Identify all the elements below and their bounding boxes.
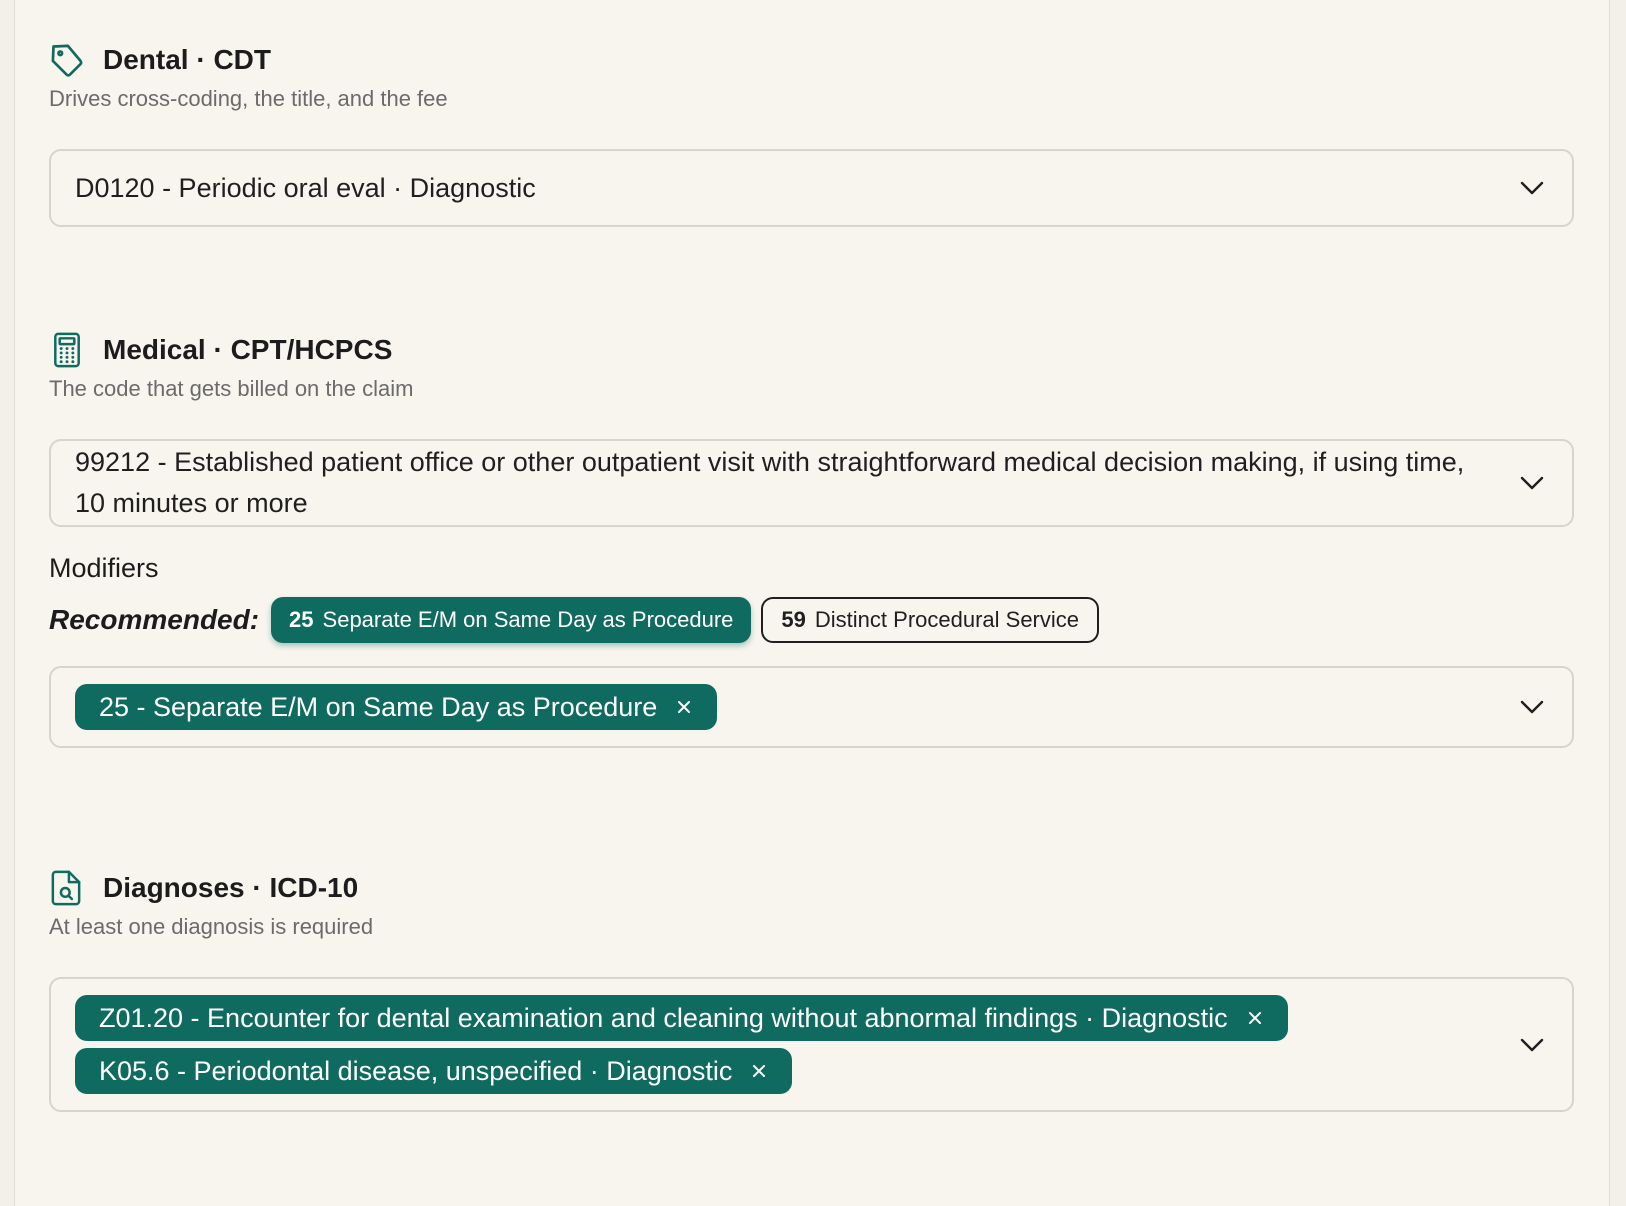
- recommended-modifier-59[interactable]: 59 Distinct Procedural Service: [761, 597, 1100, 643]
- diagnoses-section: Diagnoses · ICD-10 At least one diagnosi…: [49, 868, 1574, 1112]
- chevron-down-icon[interactable]: [1518, 178, 1546, 198]
- medical-code-value: 99212 - Established patient office or ot…: [75, 447, 1465, 518]
- modifiers-label: Modifiers: [49, 553, 159, 583]
- diagnoses-select[interactable]: Z01.20 - Encounter for dental examinatio…: [49, 977, 1574, 1112]
- medical-section: Medical · CPT/HCPCS The code that gets b…: [49, 330, 1574, 748]
- dental-subtitle: Drives cross-coding, the title, and the …: [49, 86, 448, 111]
- modifier-code: 25: [289, 607, 314, 632]
- coding-panel: Dental · CDT Drives cross-coding, the ti…: [14, 0, 1610, 1206]
- chevron-down-icon[interactable]: [1518, 473, 1546, 493]
- modifier-label: Separate E/M on Same Day as Procedure: [322, 607, 734, 632]
- medical-title: Medical · CPT/HCPCS: [103, 334, 393, 365]
- modifiers-select[interactable]: 25 - Separate E/M on Same Day as Procedu…: [49, 666, 1574, 748]
- close-icon[interactable]: [1246, 1009, 1264, 1027]
- dental-section: Dental · CDT Drives cross-coding, the ti…: [49, 40, 1574, 227]
- dental-code-select[interactable]: D0120 - Periodic oral eval · Diagnostic: [49, 149, 1574, 227]
- diagnosis-chip: K05.6 - Periodontal disease, unspecified…: [75, 1048, 793, 1094]
- modifier-label: Distinct Procedural Service: [814, 607, 1080, 632]
- diagnoses-title: Diagnoses · ICD-10: [103, 872, 359, 903]
- recommended-label: Recommended:: [49, 604, 260, 635]
- diagnosis-chips: Z01.20 - Encounter for dental examinatio…: [75, 995, 1288, 1094]
- medical-code-select[interactable]: 99212 - Established patient office or ot…: [49, 439, 1574, 527]
- chevron-down-icon[interactable]: [1518, 1035, 1546, 1055]
- modifier-code: 59: [781, 607, 806, 632]
- diagnosis-chip: Z01.20 - Encounter for dental examinatio…: [75, 995, 1288, 1041]
- medical-subtitle: The code that gets billed on the claim: [49, 376, 414, 401]
- file-search-icon: [49, 868, 89, 908]
- diagnoses-header: Diagnoses · ICD-10: [49, 868, 1574, 908]
- chevron-down-icon[interactable]: [1518, 697, 1546, 717]
- chip-label: 25 - Separate E/M on Same Day as Procedu…: [99, 691, 658, 722]
- close-icon[interactable]: [675, 698, 693, 716]
- modifier-chip: 25 - Separate E/M on Same Day as Procedu…: [75, 684, 718, 730]
- diagnoses-subtitle: At least one diagnosis is required: [49, 914, 374, 939]
- dental-header: Dental · CDT: [49, 40, 1574, 80]
- close-icon[interactable]: [750, 1062, 768, 1080]
- dental-title: Dental · CDT: [103, 44, 271, 75]
- recommended-modifier-25[interactable]: 25 Separate E/M on Same Day as Procedure: [271, 597, 752, 643]
- calculator-icon: [49, 330, 89, 370]
- dental-code-value: D0120 - Periodic oral eval · Diagnostic: [75, 172, 536, 203]
- recommended-modifiers: Recommended: 25 Separate E/M on Same Day…: [49, 597, 1574, 643]
- tag-icon: [49, 40, 89, 80]
- chip-label: K05.6 - Periodontal disease, unspecified…: [99, 1055, 733, 1086]
- chip-label: Z01.20 - Encounter for dental examinatio…: [99, 1002, 1228, 1033]
- medical-header: Medical · CPT/HCPCS: [49, 330, 1574, 370]
